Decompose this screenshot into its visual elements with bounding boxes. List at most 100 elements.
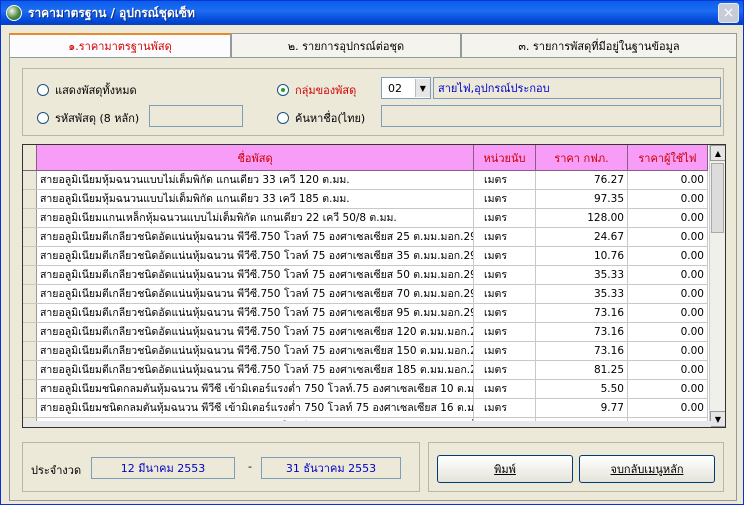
tab-strip: ๑.ราคามาตรฐานพัสดุ ๒. รายการอุปกรณ์ต่อชุ… [9,33,737,57]
cell-unit: เมตร [474,209,536,227]
code-label: รหัสพัสดุ (8 หลัก) [55,112,140,125]
period-separator: - [248,460,252,473]
table-row[interactable]: สายอลูมิเนียมตีเกลียวชนิดอัดแน่นหุ้มฉนวน… [23,228,708,247]
period-label: ประจำงวด [31,464,82,477]
table-row[interactable]: สายอลูมิเนียมตีเกลียวชนิดอัดแน่นหุ้มฉนวน… [23,266,708,285]
table-row[interactable]: สายอลูมิเนียมชนิดกลมตันหุ้มฉนวน พีวีซี เ… [23,399,708,418]
filter-group: แสดงพัสดุทั้งหมด รหัสพัสดุ (8 หลัก) กลุ่… [22,68,724,136]
cell-name: สายอลูมิเนียมแกนเหล็กหุ้มฉนวนแบบไม่เต็มพ… [37,209,474,227]
cell-user-price: 0.00 [628,190,708,208]
cell-user-price: 0.00 [628,304,708,322]
row-header[interactable] [23,190,37,208]
cell-user-price: 0.00 [628,209,708,227]
table-row[interactable]: สายอลูมิเนียมชนิดกลมตันหุ้มฉนวน พีวีซี เ… [23,380,708,399]
table-row[interactable]: สายอลูมิเนียมตีเกลียวชนิดอัดแน่นหุ้มฉนวน… [23,247,708,266]
print-button[interactable]: พิมพ์ [437,455,573,483]
group-label: กลุ่มของพัสดุ [295,84,357,97]
scroll-up-icon[interactable]: ▲ [710,145,725,161]
cell-pea-price: 73.16 [536,323,628,341]
cell-user-price: 0.00 [628,361,708,379]
search-name-input[interactable] [381,105,721,127]
table-body: สายอลูมิเนียมหุ้มฉนวนแบบไม่เต็มพิกัด แกน… [23,171,708,427]
table-row[interactable]: สายอลูมิเนียมหุ้มฉนวนแบบไม่เต็มพิกัด แกน… [23,190,708,209]
column-header-name[interactable]: ชื่อพัสดุ [37,145,474,171]
table-row[interactable]: สายอลูมิเนียมตีเกลียวชนิดอัดแน่นหุ้มฉนวน… [23,285,708,304]
cell-name: สายอลูมิเนียมตีเกลียวชนิดอัดแน่นหุ้มฉนวน… [37,266,474,284]
cell-user-price: 0.00 [628,285,708,303]
cell-name: สายอลูมิเนียมชนิดกลมตันหุ้มฉนวน พีวีซี เ… [37,399,474,417]
back-to-menu-button[interactable]: จบกลับเมนูหลัก [579,455,715,483]
table-row[interactable]: สายอลูมิเนียมตีเกลียวชนิดอัดแน่นหุ้มฉนวน… [23,361,708,380]
row-header[interactable] [23,247,37,265]
row-header[interactable] [23,285,37,303]
tab-material-database[interactable]: ๓. รายการพัสดุที่มีอยู่ในฐานข้อมูล [461,33,737,57]
row-header[interactable] [23,399,37,417]
cell-user-price: 0.00 [628,266,708,284]
app-logo-icon [6,5,22,21]
cell-pea-price: 35.33 [536,285,628,303]
close-button[interactable]: × [718,3,739,23]
cell-pea-price: 81.25 [536,361,628,379]
row-header[interactable] [23,209,37,227]
row-header[interactable] [23,266,37,284]
search-name-radio[interactable]: ค้นหาชื่อ(ไทย) [277,109,365,127]
period-start-field: 12 มีนาคม 2553 [91,457,235,479]
row-header[interactable] [23,323,37,341]
cell-unit: เมตร [474,323,536,341]
cell-user-price: 0.00 [628,228,708,246]
row-header[interactable] [23,171,37,189]
show-all-radio[interactable]: แสดงพัสดุทั้งหมด [37,81,137,99]
scroll-thumb[interactable] [711,163,724,233]
column-header-unit[interactable]: หน่วยนับ [474,145,536,171]
row-header[interactable] [23,342,37,360]
cell-name: สายอลูมิเนียมตีเกลียวชนิดอัดแน่นหุ้มฉนวน… [37,285,474,303]
radio-indicator [277,112,289,124]
action-buttons: พิมพ์ จบกลับเมนูหลัก [428,442,724,492]
cell-user-price: 0.00 [628,323,708,341]
column-header-user-price[interactable]: ราคาผู้ใช้ไฟ [628,145,708,171]
period-group: ประจำงวด 12 มีนาคม 2553 - 31 ธันวาคม 255… [22,442,420,492]
table-row[interactable]: สายอลูมิเนียมตีเกลียวชนิดอัดแน่นหุ้มฉนวน… [23,304,708,323]
chevron-down-icon[interactable]: ▼ [414,79,430,97]
tab-label: ๓. รายการพัสดุที่มีอยู่ในฐานข้อมูล [518,39,680,53]
vertical-scrollbar[interactable]: ▲ ▼ [709,145,725,427]
table-row[interactable]: สายอลูมิเนียมตีเกลียวชนิดอัดแน่นหุ้มฉนวน… [23,342,708,361]
cell-name: สายอลูมิเนียมตีเกลียวชนิดอัดแน่นหุ้มฉนวน… [37,228,474,246]
price-table: ชื่อพัสดุ หน่วยนับ ราคา กฟภ. ราคาผู้ใช้ไ… [22,144,726,428]
table-row[interactable]: สายอลูมิเนียมหุ้มฉนวนแบบไม่เต็มพิกัด แกน… [23,171,708,190]
cell-pea-price: 73.16 [536,304,628,322]
radio-indicator-selected [277,84,289,96]
code-input[interactable] [149,105,243,127]
row-header[interactable] [23,228,37,246]
cell-name: สายอลูมิเนียมหุ้มฉนวนแบบไม่เต็มพิกัด แกน… [37,190,474,208]
cell-unit: เมตร [474,342,536,360]
row-header[interactable] [23,361,37,379]
group-code-select[interactable]: 02 ▼ [381,77,431,99]
group-radio[interactable]: กลุ่มของพัสดุ [277,81,356,99]
cell-unit: เมตร [474,285,536,303]
tab-standard-price[interactable]: ๑.ราคามาตรฐานพัสดุ [9,33,231,57]
tab-set-equipment[interactable]: ๒. รายการอุปกรณ์ต่อชุด [231,33,461,57]
cell-pea-price: 35.33 [536,266,628,284]
title-bar[interactable]: ราคามาตรฐาน / อุปกรณ์ชุดเซ็ท × [1,1,743,25]
cell-pea-price: 9.77 [536,399,628,417]
group-code-value: 02 [388,81,402,95]
horizontal-scrollbar[interactable] [23,421,711,427]
cell-name: สายอลูมิเนียมตีเกลียวชนิดอัดแน่นหุ้มฉนวน… [37,361,474,379]
table-row[interactable]: สายอลูมิเนียมแกนเหล็กหุ้มฉนวนแบบไม่เต็มพ… [23,209,708,228]
cell-user-price: 0.00 [628,342,708,360]
cell-unit: เมตร [474,266,536,284]
row-header[interactable] [23,380,37,398]
cell-pea-price: 73.16 [536,342,628,360]
cell-pea-price: 128.00 [536,209,628,227]
tab-label: ๑.ราคามาตรฐานพัสดุ [68,40,172,53]
row-header[interactable] [23,304,37,322]
table-row[interactable]: สายอลูมิเนียมตีเกลียวชนิดอัดแน่นหุ้มฉนวน… [23,323,708,342]
radio-indicator [37,84,49,96]
code-radio[interactable]: รหัสพัสดุ (8 หลัก) [37,109,139,127]
group-name-field: สายไฟ,อุปกรณ์ประกอบ [433,77,721,99]
cell-user-price: 0.00 [628,171,708,189]
column-header-pea-price[interactable]: ราคา กฟภ. [536,145,628,171]
cell-name: สายอลูมิเนียมตีเกลียวชนิดอัดแน่นหุ้มฉนวน… [37,247,474,265]
scroll-down-icon[interactable]: ▼ [710,411,725,427]
